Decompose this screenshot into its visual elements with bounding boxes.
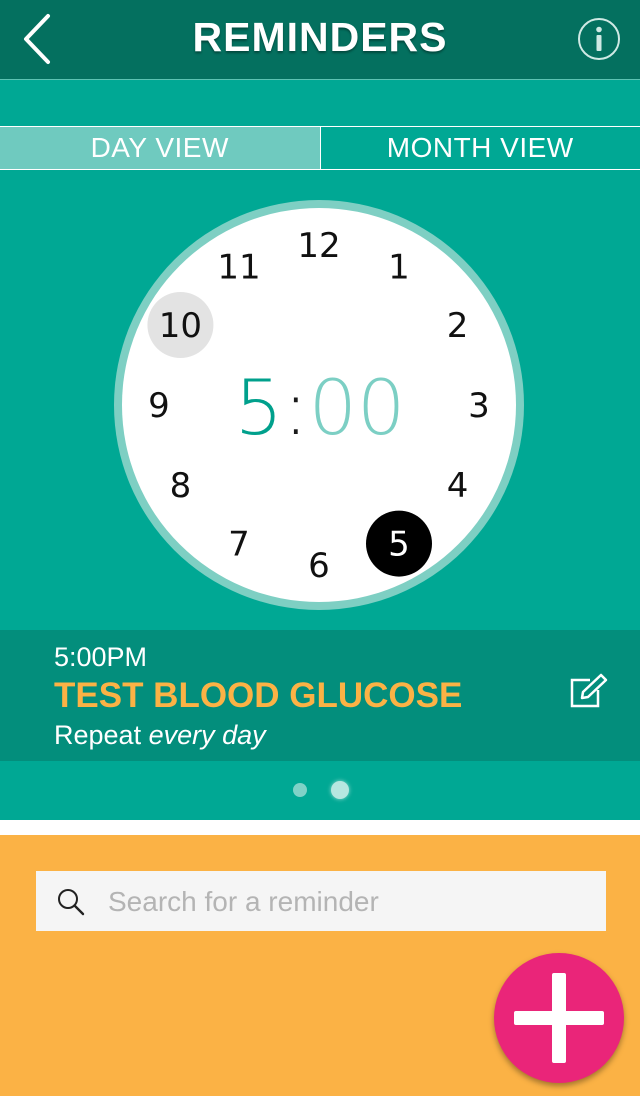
- reminder-time: 5:00PM: [54, 642, 148, 672]
- clock-hour-12[interactable]: 12: [297, 226, 340, 266]
- clock-hour-label: 12: [297, 226, 340, 266]
- page-dot-1[interactable]: [293, 783, 307, 797]
- clock-hour-label: 7: [228, 525, 250, 565]
- page-title: REMINDERS: [192, 14, 448, 60]
- clock-hour-4[interactable]: 4: [447, 466, 469, 506]
- add-reminder-button[interactable]: [494, 953, 624, 1083]
- clock-hour-label: 1: [388, 247, 410, 287]
- clock-hour-5[interactable]: 5: [366, 510, 432, 577]
- info-icon: [578, 18, 620, 60]
- clock-hour-11[interactable]: 11: [217, 247, 260, 287]
- tab-day-view[interactable]: DAY VIEW: [0, 127, 320, 169]
- edit-reminder-button[interactable]: [568, 672, 608, 712]
- top-bar: REMINDERS: [0, 0, 640, 80]
- clock-hour-2[interactable]: 2: [447, 306, 469, 346]
- reminder-repeat: Repeat every day: [54, 720, 266, 751]
- clock-hour-label: 2: [447, 306, 469, 346]
- time-separator: :: [283, 363, 309, 452]
- clock-hour-label: 8: [170, 466, 192, 506]
- clock-hour-label: 6: [308, 546, 330, 586]
- clock-hour-8[interactable]: 8: [170, 466, 192, 506]
- reminder-title: TEST BLOOD GLUCOSE: [54, 676, 463, 715]
- clock-hour-label: 10: [159, 306, 202, 346]
- edit-icon: [570, 673, 608, 708]
- clock-hour-10[interactable]: 10: [147, 292, 214, 358]
- time-minutes: 00: [308, 363, 406, 452]
- search-input[interactable]: [106, 871, 590, 933]
- clock-hour-label: 4: [447, 466, 469, 506]
- clock-hour-label: 5: [388, 525, 410, 565]
- time-display: 5:00: [0, 368, 640, 448]
- clock-hour-7[interactable]: 7: [228, 525, 250, 565]
- time-hour: 5: [234, 363, 284, 452]
- page-dot-2[interactable]: [331, 781, 349, 799]
- view-tabs: DAY VIEW MONTH VIEW: [0, 126, 640, 170]
- clock-hour-6[interactable]: 6: [308, 546, 330, 586]
- tab-month-view[interactable]: MONTH VIEW: [319, 127, 640, 169]
- clock-hour-label: 11: [217, 247, 260, 287]
- search-bar[interactable]: [36, 871, 606, 933]
- repeat-value: every day: [148, 720, 266, 750]
- info-button[interactable]: [577, 17, 620, 60]
- clock-hour-1[interactable]: 1: [388, 247, 410, 287]
- search-icon: [58, 889, 85, 916]
- repeat-label: Repeat: [54, 720, 142, 750]
